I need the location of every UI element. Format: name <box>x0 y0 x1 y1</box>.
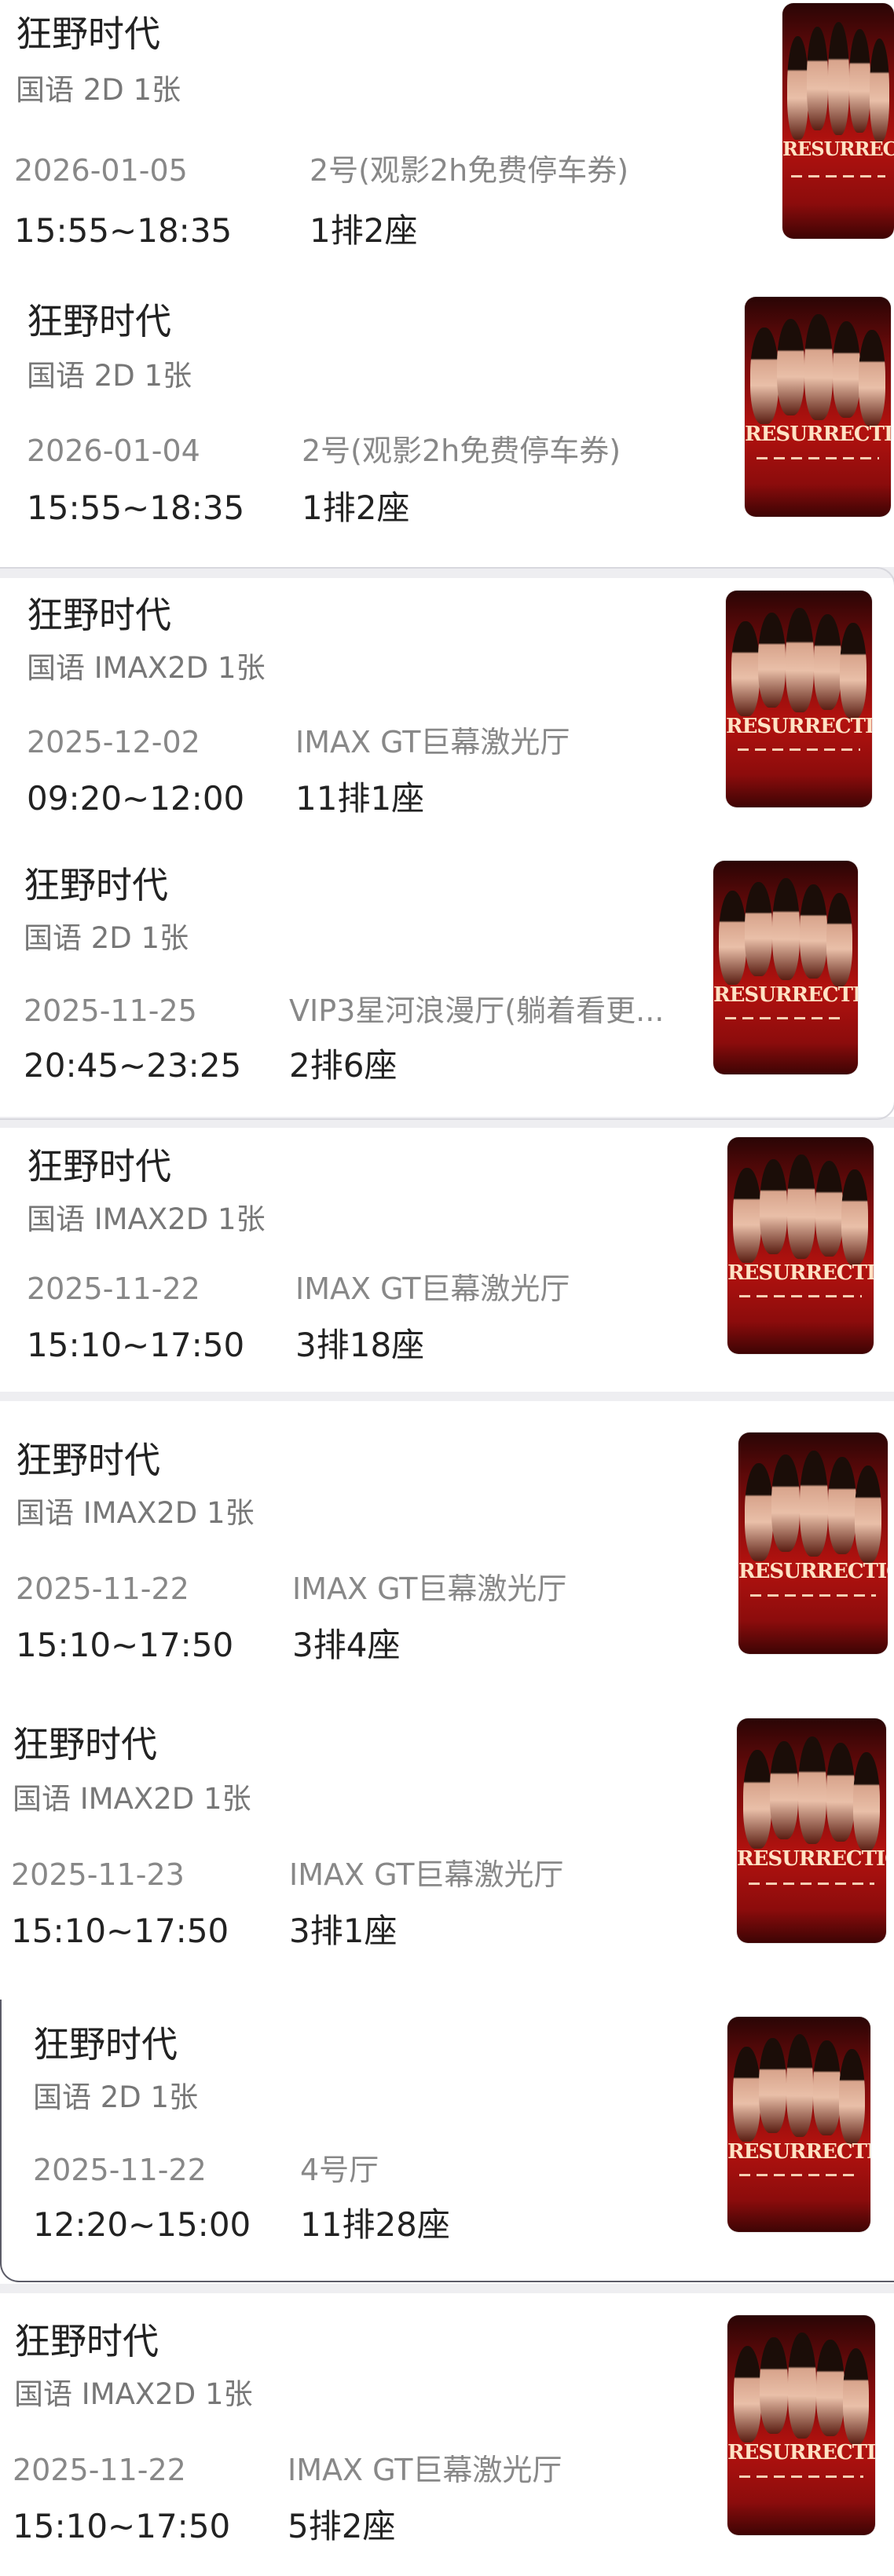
movie-poster[interactable]: RESURRECTION <box>782 3 894 239</box>
show-date: 2026-01-04 <box>27 434 200 468</box>
poster-title-text: RESURRECTION <box>782 140 894 159</box>
seat-number: 1排2座 <box>302 488 410 527</box>
movie-title: 狂野时代 <box>14 2320 159 2362</box>
order-card[interactable]: 狂野时代 国语 IMAX2D 1张 2025-11-22 IMAX GT巨幕激光… <box>0 1401 894 1685</box>
show-date: 2025-11-25 <box>24 993 197 1028</box>
order-card[interactable]: 狂野时代 国语 IMAX2D 1张 2025-11-22 IMAX GT巨幕激光… <box>0 2293 894 2576</box>
order-card[interactable]: 狂野时代 国语 IMAX2D 1张 2025-12-02 IMAX GT巨幕激光… <box>0 578 894 837</box>
seat-number: 3排18座 <box>295 1326 425 1364</box>
order-card[interactable]: 狂野时代 国语 2D 1张 2025-11-22 4号厅 12:20~15:00… <box>0 1992 894 2284</box>
seat-number: 3排4座 <box>292 1626 401 1664</box>
seat-number: 11排28座 <box>300 2205 450 2244</box>
show-time: 09:20~12:00 <box>27 779 245 818</box>
poster-title-text: RESURRECTION <box>745 424 891 445</box>
show-time: 15:10~17:50 <box>27 1326 245 1364</box>
movie-title: 狂野时代 <box>27 594 171 636</box>
movie-title: 狂野时代 <box>16 13 160 55</box>
movie-poster[interactable]: RESURRECTION <box>745 297 891 517</box>
poster-title-text: RESURRECTION <box>727 2442 875 2464</box>
movie-title: 狂野时代 <box>27 300 171 342</box>
ticket-spec: 国语 2D 1张 <box>16 73 181 107</box>
order-card[interactable]: 狂野时代 国语 IMAX2D 1张 2025-11-22 IMAX GT巨幕激光… <box>0 1128 894 1392</box>
movie-title: 狂野时代 <box>13 1723 157 1766</box>
ticket-spec: 国语 IMAX2D 1张 <box>27 1202 266 1236</box>
poster-title-text: RESURRECTION <box>713 984 858 1005</box>
movie-poster[interactable]: RESURRECTION <box>727 1137 874 1354</box>
show-time: 20:45~23:25 <box>24 1046 242 1085</box>
poster-title-text: RESURRECTION <box>727 2141 870 2162</box>
order-card[interactable]: 狂野时代 国语 2D 1张 2026-01-04 2号(观影2h免费停车券) 1… <box>0 283 894 567</box>
show-time: 15:10~17:50 <box>11 1912 229 1950</box>
movie-poster[interactable]: RESURRECTION <box>737 1718 886 1943</box>
section-divider <box>0 1117 894 1128</box>
ticket-spec: 国语 2D 1张 <box>33 2080 199 2114</box>
show-date: 2025-12-02 <box>27 725 200 759</box>
show-date: 2026-01-05 <box>14 153 188 188</box>
poster-title-text: RESURRECTION <box>726 716 872 737</box>
movie-poster[interactable]: RESURRECTION <box>727 2315 875 2535</box>
movie-title: 狂野时代 <box>27 1145 171 1187</box>
section-divider <box>0 2284 894 2293</box>
order-card[interactable]: 狂野时代 国语 2D 1张 2026-01-05 2号(观影2h免费停车券) 1… <box>0 0 894 253</box>
show-date: 2025-11-22 <box>16 1572 189 1606</box>
show-time: 12:20~15:00 <box>33 2205 251 2244</box>
show-date: 2025-11-23 <box>11 1857 185 1892</box>
order-card[interactable]: 狂野时代 国语 2D 1张 2025-11-25 VIP3星河浪漫厅(躺着看更.… <box>0 837 894 1117</box>
ticket-spec: 国语 IMAX2D 1张 <box>27 651 266 685</box>
show-time: 15:10~17:50 <box>13 2507 231 2545</box>
hall-name: 2号(观影2h免费停车券) <box>310 156 629 185</box>
seat-number: 11排1座 <box>295 779 425 818</box>
ticket-spec: 国语 2D 1张 <box>24 921 189 955</box>
hall-name: 4号厅 <box>300 2155 379 2185</box>
show-time: 15:55~18:35 <box>27 488 245 527</box>
ticket-spec: 国语 IMAX2D 1张 <box>14 2377 253 2411</box>
poster-title-text: RESURRECTION <box>738 1561 888 1582</box>
seat-number: 3排1座 <box>289 1912 398 1950</box>
ticket-spec: 国语 2D 1张 <box>27 359 192 393</box>
show-date: 2025-11-22 <box>33 2153 207 2187</box>
show-time: 15:10~17:50 <box>16 1626 234 1664</box>
movie-title: 狂野时代 <box>33 2023 178 2066</box>
show-date: 2025-11-22 <box>27 1272 200 1306</box>
movie-title: 狂野时代 <box>16 1439 160 1481</box>
ticket-spec: 国语 IMAX2D 1张 <box>16 1496 255 1530</box>
hall-name: VIP3星河浪漫厅(躺着看更... <box>289 996 665 1026</box>
movie-poster[interactable]: RESURRECTION <box>713 861 858 1074</box>
seat-number: 1排2座 <box>310 211 418 250</box>
seat-number: 5排2座 <box>288 2507 396 2545</box>
poster-title-text: RESURRECTION <box>737 1848 886 1869</box>
hall-name: 2号(观影2h免费停车券) <box>302 436 621 466</box>
section-divider <box>0 1392 894 1401</box>
hall-name: IMAX GT巨幕激光厅 <box>292 1574 567 1604</box>
ticket-spec: 国语 IMAX2D 1张 <box>13 1782 251 1816</box>
show-time: 15:55~18:35 <box>14 211 233 250</box>
seat-number: 2排6座 <box>289 1046 398 1085</box>
hall-name: IMAX GT巨幕激光厅 <box>288 2455 562 2485</box>
movie-title: 狂野时代 <box>24 864 168 906</box>
hall-name: IMAX GT巨幕激光厅 <box>295 727 570 757</box>
movie-poster[interactable]: RESURRECTION <box>727 2017 870 2232</box>
poster-title-text: RESURRECTION <box>727 1263 874 1284</box>
order-card[interactable]: 狂野时代 国语 IMAX2D 1张 2025-11-23 IMAX GT巨幕激光… <box>0 1685 894 1992</box>
section-divider <box>0 567 894 578</box>
hall-name: IMAX GT巨幕激光厅 <box>289 1860 564 1890</box>
show-date: 2025-11-22 <box>13 2453 186 2487</box>
hall-name: IMAX GT巨幕激光厅 <box>295 1274 570 1304</box>
movie-poster[interactable]: RESURRECTION <box>738 1433 888 1654</box>
movie-poster[interactable]: RESURRECTION <box>726 591 872 807</box>
